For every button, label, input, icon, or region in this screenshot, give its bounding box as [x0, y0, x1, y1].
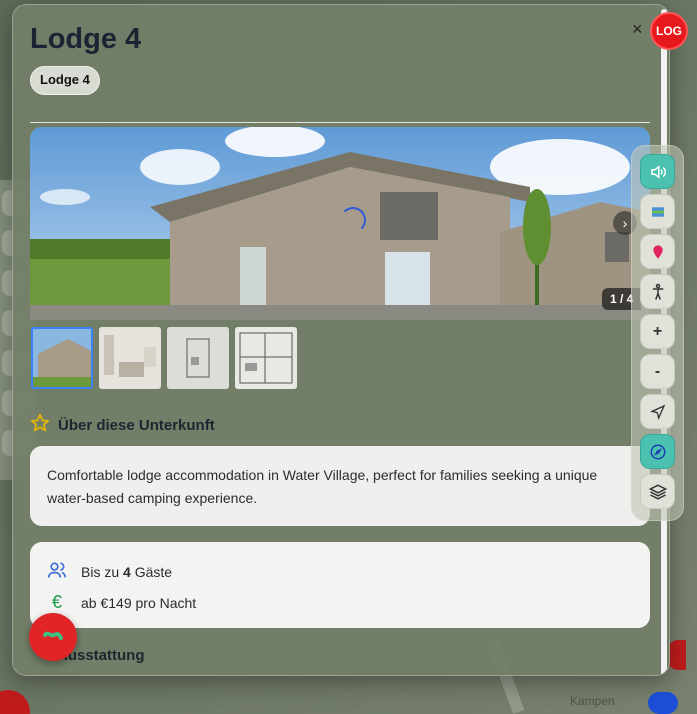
guests-row: Bis zu 4 Gäste: [47, 556, 633, 587]
accessibility-icon[interactable]: [640, 274, 675, 309]
zoom-out-button[interactable]: -: [640, 354, 675, 389]
thumbnail-4[interactable]: [235, 327, 297, 389]
lodge-detail-panel: Lodge 4 × Lodge 4 › 1 / 4 Über diese Unt…: [12, 4, 670, 676]
info-box: Bis zu 4 Gäste € ab €149 pro Nacht: [30, 542, 650, 628]
loading-spinner: [340, 207, 366, 233]
compass-icon[interactable]: [640, 434, 675, 469]
pin-icon[interactable]: [640, 234, 675, 269]
map-icon[interactable]: [640, 194, 675, 229]
star-icon: [30, 413, 50, 438]
thumbnail-strip: [31, 327, 297, 389]
lodge-chip: Lodge 4: [30, 66, 100, 95]
about-heading: Über diese Unterkunft: [58, 417, 215, 434]
navigate-icon[interactable]: [640, 394, 675, 429]
hero-image[interactable]: › 1 / 4: [30, 127, 650, 320]
thumbnail-1[interactable]: [31, 327, 93, 389]
panel-title: Lodge 4: [30, 23, 142, 55]
about-section-heading: Über diese Unterkunft: [30, 413, 215, 438]
euro-icon: €: [51, 592, 62, 612]
divider: [30, 122, 650, 123]
zoom-in-button[interactable]: +: [640, 314, 675, 349]
guests-text: Bis zu 4 Gäste: [81, 563, 173, 580]
map-badge[interactable]: [648, 692, 678, 714]
price-row: € ab €149 pro Nacht: [47, 587, 633, 618]
map-toolbar: + -: [631, 145, 684, 521]
worm-icon: [43, 631, 63, 640]
thumbnail-2[interactable]: [99, 327, 161, 389]
close-button[interactable]: ×: [632, 19, 643, 40]
map-place-label: Kampen: [570, 694, 615, 708]
guests-icon: [47, 560, 67, 583]
price-text: ab €149 pro Nacht: [81, 594, 197, 611]
guests-count: 4: [123, 563, 131, 580]
log-button[interactable]: LOG: [650, 12, 688, 50]
layers-icon[interactable]: [640, 474, 675, 509]
map-marker[interactable]: [668, 640, 686, 670]
description-text: Comfortable lodge accommodation in Water…: [47, 467, 598, 506]
description-box: Comfortable lodge accommodation in Water…: [30, 446, 650, 526]
chat-fab-button[interactable]: [29, 613, 77, 661]
speaker-icon[interactable]: [640, 154, 675, 189]
thumbnail-3[interactable]: [167, 327, 229, 389]
